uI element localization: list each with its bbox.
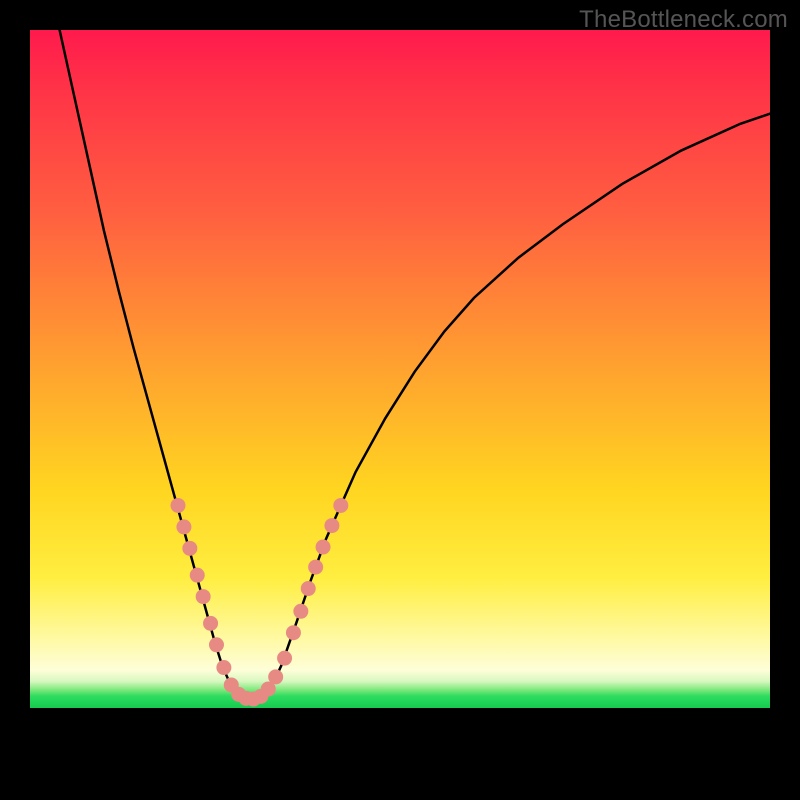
curve-marker <box>301 581 316 596</box>
curve-marker <box>277 651 292 666</box>
curve-marker <box>216 660 231 675</box>
curve-marker <box>176 519 191 534</box>
curve-markers-group <box>171 498 349 707</box>
curve-marker <box>324 518 339 533</box>
bottleneck-curve <box>60 30 770 700</box>
curve-marker <box>171 498 186 513</box>
curve-marker <box>293 604 308 619</box>
chart-svg-layer <box>30 30 770 770</box>
curve-marker <box>209 637 224 652</box>
watermark-text: TheBottleneck.com <box>579 6 788 34</box>
curve-marker <box>286 625 301 640</box>
chart-frame: TheBottleneck.com <box>0 0 800 800</box>
curve-marker <box>182 541 197 556</box>
curve-marker <box>333 498 348 513</box>
curve-marker <box>308 560 323 575</box>
curve-marker <box>268 669 283 684</box>
curve-marker <box>190 568 205 583</box>
curve-marker <box>316 540 331 555</box>
curve-marker <box>196 589 211 604</box>
curve-marker <box>203 616 218 631</box>
